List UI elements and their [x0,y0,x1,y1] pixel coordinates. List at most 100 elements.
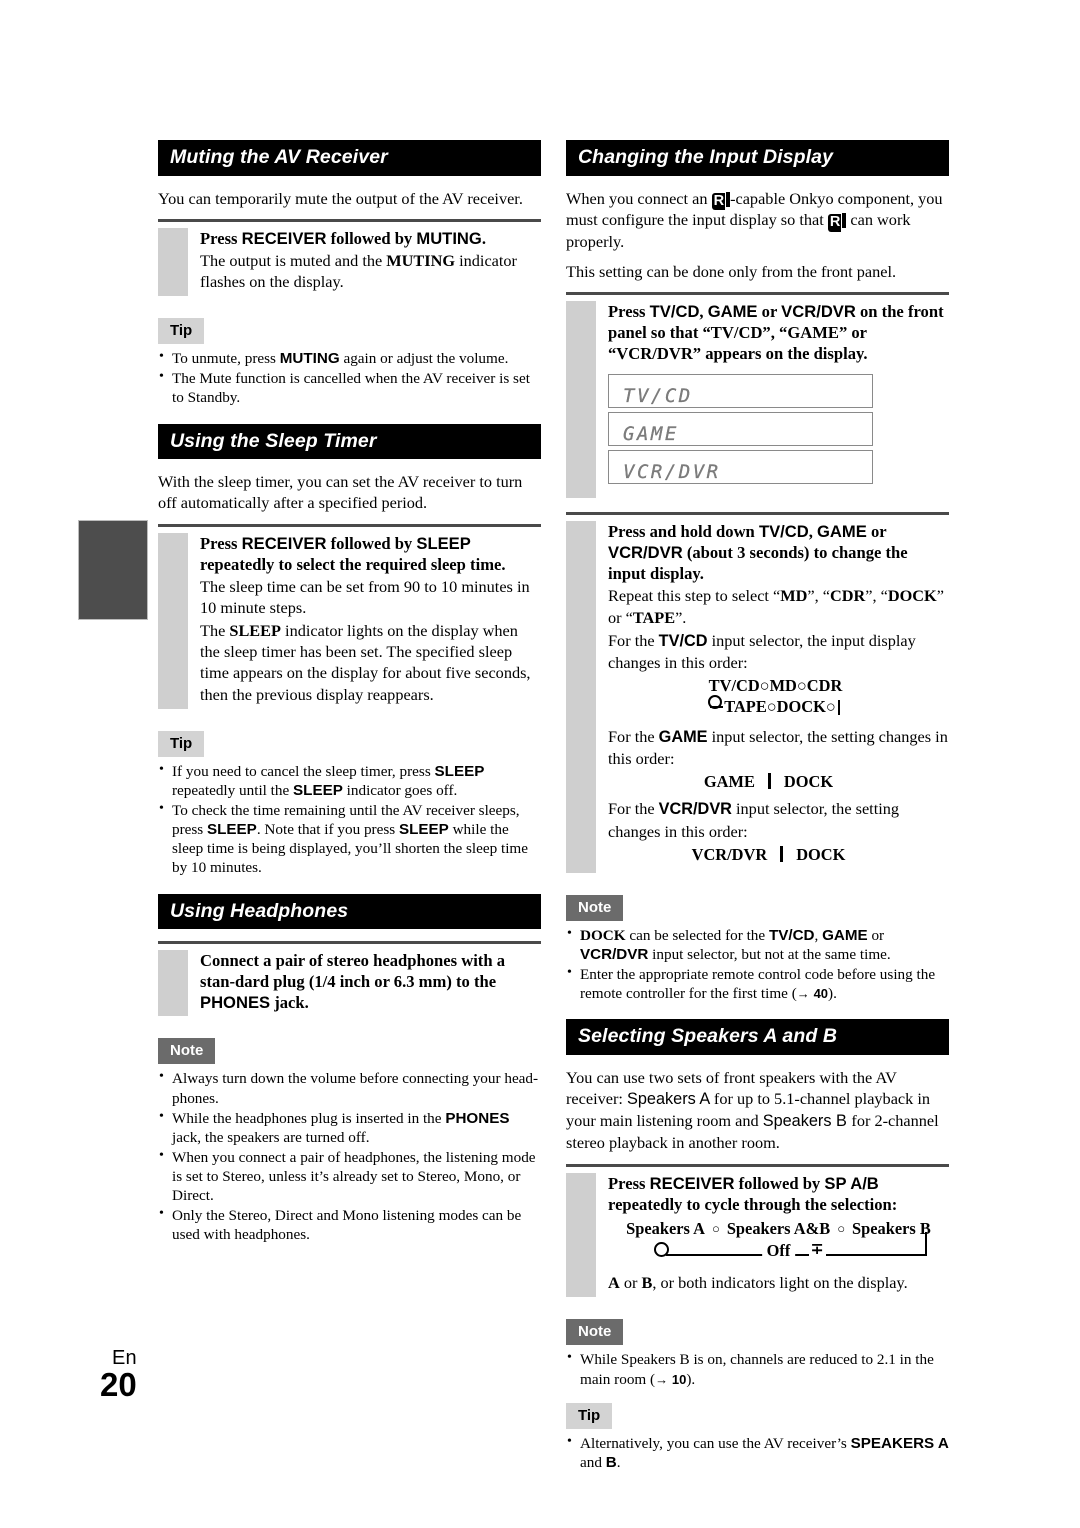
cycle-node: TAPE [724,697,767,717]
section-heading-speakers-ab: Selecting Speakers A and B [566,1019,949,1055]
arrow-icon: ○ [825,697,836,717]
left-column: Muting the AV Receiver You can temporari… [158,140,541,1251]
muting-intro-text: You can temporarily mute the output of t… [158,188,523,208]
section-speakers-ab: Selecting Speakers A and B You can use t… [566,1019,949,1472]
loop-return-icon [708,695,724,713]
muting-step-lead: Press RECEIVER followed by MUTING. [200,228,486,248]
folio-page-number: 20 [100,1366,137,1403]
manual-page: Muting the AV Receiver You can temporari… [0,0,1080,1528]
input-display-step-2-lead: Press and hold down TV/CD, GAME or VCR/D… [608,522,908,584]
sleep-timer-tip-list: If you need to cancel the sleep timer, p… [158,761,541,878]
section-headphones: Using Headphones Connect a pair of stere… [158,893,541,1245]
page-edge-tab-marker [78,520,148,620]
lcd-display-vcrdvr: VCR/DVR [608,450,873,485]
sleep-timer-step-block: Press RECEIVER followed by SLEEP repeate… [158,523,541,709]
speakers-ab-note-list: While Speakers B is on, channels are red… [566,1349,949,1388]
step-accent-bar [566,1172,596,1298]
sleep-timer-step-sub-1: The sleep time can be set from 90 to 10 … [200,576,530,617]
list-item: While Speakers B is on, channels are red… [566,1349,949,1388]
input-display-intro-1: When you connect an R -capable Onkyo comp… [566,188,943,251]
input-display-intro-2: This setting can be done only from the f… [566,261,897,281]
input-display-step-1: Press TV/CD, GAME or VCR/DVR on the fron… [566,291,949,499]
cycle-node: Speakers A&B [726,1218,831,1238]
list-item: Enter the appropriate remote control cod… [566,964,949,1003]
section-heading-input-display: Changing the Input Display [566,140,949,176]
lcd-text: GAME [623,423,679,446]
note-badge-input-display: Note [566,894,624,921]
headphones-step-lead: Connect a pair of stereo headphones with… [200,951,505,1013]
lcd-display-tvcd: TV/CD [608,374,873,409]
step-accent-bar [158,532,188,709]
vcrdvr-cycle-diagram: VCR/DVR DOCK [608,845,949,865]
step-accent-bar [566,300,596,499]
list-item: To unmute, press MUTING again or adjust … [158,348,541,368]
loop-line [666,1254,927,1257]
cycle-node: CDR [806,676,843,696]
note-badge-speakers-ab: Note [566,1319,624,1346]
arrow-icon: ○ [711,1220,720,1236]
tip-badge-sleep-timer: Tip [158,730,205,757]
page-ref-arrow-icon: → [655,1371,669,1387]
input-display-step-2-sub-1: Repeat this step to select “MD”, “CDR”, … [608,586,944,627]
speakers-ab-step-block: Press RECEIVER followed by SP A/B repeat… [566,1163,949,1298]
cycle-node: Speakers A [626,1218,705,1238]
lcd-text: TV/CD [623,385,693,408]
sleep-timer-intro-text: With the sleep timer, you can set the AV… [158,472,523,513]
section-heading-sleep-timer: Using the Sleep Timer [158,423,541,460]
loop-arrow-icon: ∓ [808,1240,826,1261]
right-column: Changing the Input Display When you conn… [566,140,949,1478]
list-item: Always turn down the volume before conne… [158,1068,541,1107]
arrow-icon: ○ [766,697,777,717]
speakers-cycle-diagram: Speakers A ○ Speakers A&B ○ Speakers B Off ∓ [608,1219,949,1265]
ri-logo-icon: R [827,213,847,232]
input-display-step-2-sub-4: For the VCR/DVR input selector, the sett… [608,799,900,841]
tip-badge-speakers-ab: Tip [566,1402,613,1429]
folio-language: En [112,1347,137,1369]
list-item: Only the Stereo, Direct and Mono listeni… [158,1205,541,1244]
cycle-node: VCR/DVR [691,844,768,864]
step-accent-bar [158,950,188,1017]
headphones-step-block: Connect a pair of stereo headphones with… [158,941,541,1017]
cycle-node: DOCK [796,844,846,864]
speakers-ab-step-lead: Press RECEIVER followed by SP A/B repeat… [608,1173,898,1214]
tvcd-cycle-diagram: TV/CD○MD○CDR TAPE○DOCK○ [608,676,949,717]
arrow-icon: ○ [759,676,770,696]
page-reference: 10 [671,1371,687,1387]
lcd-text: VCR/DVR [623,461,721,484]
lcd-display-game: GAME [608,412,873,447]
note-badge-headphones: Note [158,1038,216,1065]
cycle-node: TV/CD [708,676,760,696]
lcd-display-group: TV/CD GAME VCR/DVR [608,374,949,485]
cycle-node-off: Off [761,1241,796,1262]
page-ref-arrow-icon: → [796,986,810,1002]
muting-step-sub: The output is muted and the MUTING indic… [200,250,517,292]
cycle-node: DOCK [776,697,826,717]
list-item: When you connect a pair of headphones, t… [158,1147,541,1205]
input-display-step-2-sub-2: For the TV/CD input selector, the input … [608,630,916,672]
list-item: The Mute function is cancelled when the … [158,368,541,407]
section-heading-headphones: Using Headphones [158,893,541,930]
speakers-ab-intro: You can use two sets of front speakers w… [566,1067,939,1153]
step-accent-bar [566,521,596,873]
sleep-timer-step-lead: Press RECEIVER followed by SLEEP repeate… [200,533,506,574]
loop-tail-icon [925,1232,927,1256]
input-display-step-2-sub-3: For the GAME input selector, the setting… [608,727,948,769]
cycle-node: DOCK [783,772,834,792]
tip-badge-muting: Tip [158,318,205,345]
section-input-display: Changing the Input Display When you conn… [566,140,949,1003]
muting-tip-list: To unmute, press MUTING again or adjust … [158,348,541,407]
section-muting: Muting the AV Receiver You can temporari… [158,140,541,408]
cycle-node: MD [769,676,797,696]
list-item: While the headphones plug is inserted in… [158,1108,541,1147]
arrow-icon: ○ [796,676,807,696]
game-cycle-diagram: GAME DOCK [608,772,949,792]
input-display-step-2: Press and hold down TV/CD, GAME or VCR/D… [566,512,949,873]
step-accent-bar [158,227,188,297]
list-item: DOCK can be selected for the TV/CD, GAME… [566,925,949,964]
page-reference: 40 [813,986,829,1002]
cycle-node: Speakers B [852,1218,931,1238]
ri-logo-icon: R [711,191,731,211]
headphones-note-list: Always turn down the volume before conne… [158,1068,541,1244]
cycle-node: GAME [703,772,755,792]
speakers-ab-tip-list: Alternatively, you can use the AV receiv… [566,1433,949,1472]
